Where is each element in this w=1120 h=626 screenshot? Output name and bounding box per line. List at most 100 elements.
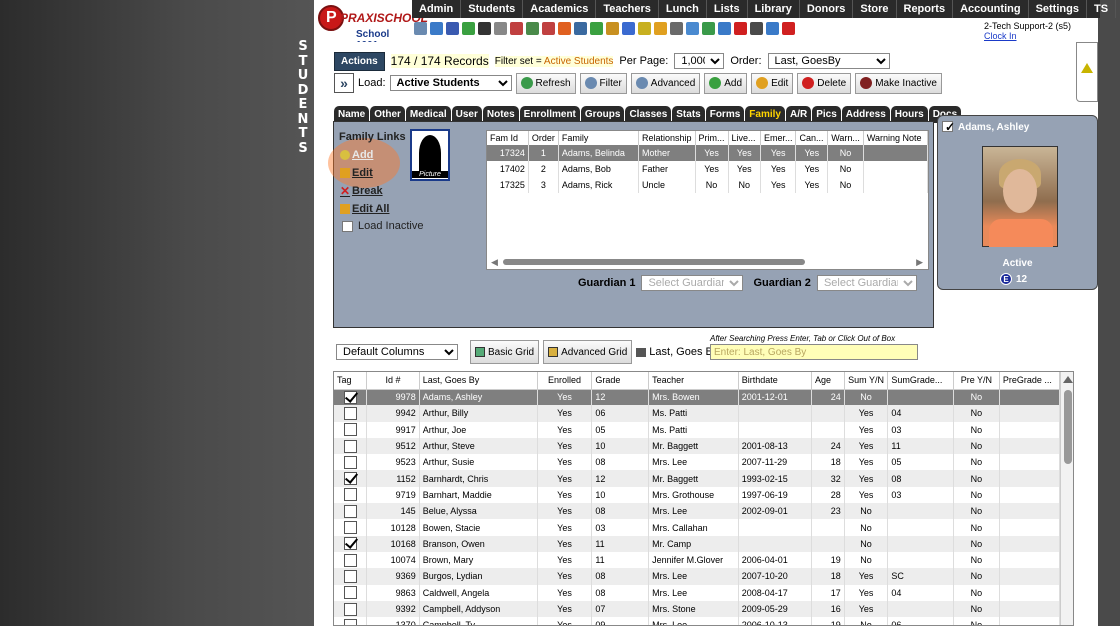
student-row[interactable]: 9512 Arthur, Steve Yes 10 Mr. Baggett 2001-08…: [334, 437, 1061, 455]
basic-grid-button[interactable]: Basic Grid: [470, 340, 540, 364]
tag-checkbox[interactable]: [343, 390, 357, 404]
order-select[interactable]: Last, GoesBy: [767, 53, 890, 69]
student-col-header[interactable]: Id #: [366, 372, 420, 390]
student-col-header[interactable]: SumGrade...: [887, 372, 954, 390]
quick-tool-13-icon[interactable]: [606, 22, 619, 35]
student-row[interactable]: 9978 Adams, Ashley Yes 12 Mrs. Bowen 2001-12-…: [334, 389, 1061, 406]
add-button[interactable]: Add: [704, 72, 748, 94]
menu-settings[interactable]: Settings: [1029, 0, 1087, 18]
tag-cell[interactable]: [334, 600, 368, 618]
tag-cell[interactable]: [334, 535, 368, 552]
menu-store[interactable]: Store: [853, 0, 897, 18]
family-row[interactable]: 17324 1 Adams, Belinda Mother Yes Yes Yes Yes No: [487, 145, 929, 161]
student-grid-vscroll[interactable]: [1060, 372, 1073, 625]
family-col-header[interactable]: Emer...: [760, 131, 797, 145]
menu-logout[interactable]: Logout: [1116, 0, 1120, 18]
menu-teachers[interactable]: Teachers: [596, 0, 659, 18]
tag-checkbox[interactable]: [343, 423, 357, 437]
family-break-link[interactable]: ✕ Break: [340, 185, 383, 197]
quick-tool-4-icon[interactable]: [462, 22, 475, 35]
make-inactive-button[interactable]: Make Inactive: [855, 72, 942, 94]
tag-cell[interactable]: [334, 421, 368, 438]
student-row[interactable]: 9863 Caldwell, Angela Yes 08 Mrs. Lee 2008-04…: [334, 584, 1061, 601]
tag-cell[interactable]: [334, 519, 368, 536]
filter-button[interactable]: Filter: [579, 72, 627, 94]
scroll-thumb[interactable]: [503, 259, 805, 265]
quick-tool-20-icon[interactable]: [718, 22, 731, 35]
advanced-grid-button[interactable]: Advanced Grid: [543, 340, 633, 364]
menu-library[interactable]: Library: [748, 0, 800, 18]
guardian-2-select[interactable]: Select Guardian 2: [816, 275, 917, 291]
student-row[interactable]: 10168 Branson, Owen Yes 11 Mr. Camp No No: [334, 535, 1061, 552]
student-col-header[interactable]: Teacher: [648, 372, 739, 390]
clock-in-link[interactable]: Clock In: [984, 31, 1071, 41]
family-col-header[interactable]: Prim...: [695, 131, 729, 145]
family-edit-all-link[interactable]: Edit All: [340, 203, 389, 215]
edit-button[interactable]: Edit: [751, 72, 794, 94]
student-row[interactable]: 145 Belue, Alyssa Yes 08 Mrs. Lee 2002-09-01 2…: [334, 503, 1061, 520]
family-col-header[interactable]: Fam Id: [487, 131, 529, 145]
tag-checkbox[interactable]: [343, 602, 357, 616]
student-col-header[interactable]: Age: [811, 372, 845, 390]
family-col-header[interactable]: Family: [558, 131, 640, 145]
load-select[interactable]: Active Students: [389, 75, 512, 91]
quick-tool-2-icon[interactable]: [430, 22, 443, 35]
menu-reports[interactable]: Reports: [897, 0, 954, 18]
student-col-header[interactable]: Tag: [334, 372, 368, 390]
tag-cell[interactable]: [334, 405, 368, 422]
family-col-header[interactable]: Live...: [728, 131, 761, 145]
quick-tool-9-icon[interactable]: [542, 22, 555, 35]
menu-accounting[interactable]: Accounting: [953, 0, 1029, 18]
tag-checkbox[interactable]: [343, 537, 357, 551]
tag-cell[interactable]: [334, 503, 368, 520]
quick-tool-8-icon[interactable]: [526, 22, 539, 35]
student-col-header[interactable]: Enrolled: [537, 372, 593, 390]
student-row[interactable]: 9523 Arthur, Susie Yes 08 Mrs. Lee 2007-11-29…: [334, 454, 1061, 471]
scroll-up-icon[interactable]: [1063, 376, 1073, 383]
quick-tool-11-icon[interactable]: [574, 22, 587, 35]
student-row[interactable]: 1152 Barnhardt, Chris Yes 12 Mr. Baggett 1993…: [334, 470, 1061, 487]
tag-checkbox[interactable]: [343, 488, 357, 502]
menu-academics[interactable]: Academics: [523, 0, 597, 18]
student-col-header[interactable]: Last, Goes By: [419, 372, 538, 390]
quick-tool-19-icon[interactable]: [702, 22, 715, 35]
student-col-header[interactable]: Birthdate: [738, 372, 812, 390]
search-input[interactable]: [710, 344, 918, 360]
per-page-select[interactable]: 1,000: [674, 53, 725, 69]
tag-cell[interactable]: [334, 551, 368, 569]
family-col-header[interactable]: Relationship: [638, 131, 696, 145]
scroll-top-tab[interactable]: [1076, 42, 1098, 102]
family-row[interactable]: 17325 3 Adams, Rick Uncle No No Yes Yes No: [487, 177, 929, 193]
student-row[interactable]: 1370 Campbell, Ty Yes 09 Mrs. Lee 2006-10-13 1…: [334, 617, 1061, 625]
quick-tool-6-icon[interactable]: [494, 22, 507, 35]
family-col-header[interactable]: Can...: [795, 131, 829, 145]
menu-ts[interactable]: TS: [1087, 0, 1117, 18]
quick-tool-24-icon[interactable]: [782, 22, 795, 35]
menu-students[interactable]: Students: [461, 0, 524, 18]
student-row[interactable]: 9917 Arthur, Joe Yes 05 Ms. Patti Yes 03 No: [334, 421, 1061, 438]
family-col-header[interactable]: Warning Note: [863, 131, 929, 145]
tag-cell[interactable]: [334, 568, 368, 585]
load-inactive-option[interactable]: Load Inactive: [342, 220, 423, 232]
quick-tool-21-icon[interactable]: [734, 22, 747, 35]
tag-cell[interactable]: [334, 617, 368, 625]
tag-checkbox[interactable]: [343, 569, 357, 583]
tag-cell[interactable]: [334, 389, 368, 406]
quick-tool-16-icon[interactable]: [654, 22, 667, 35]
student-row[interactable]: 10128 Bowen, Stacie Yes 03 Mrs. Callahan No No: [334, 519, 1061, 536]
quick-tool-1-icon[interactable]: [414, 22, 427, 35]
quick-tool-7-icon[interactable]: [510, 22, 523, 35]
family-picture[interactable]: Picture: [410, 129, 450, 181]
tag-checkbox[interactable]: [343, 504, 357, 518]
quick-tool-14-icon[interactable]: [622, 22, 635, 35]
family-edit-link[interactable]: Edit: [340, 167, 373, 179]
menu-admin[interactable]: Admin: [412, 0, 462, 18]
columns-select[interactable]: Default Columns: [336, 344, 458, 360]
family-add-link[interactable]: Add: [340, 149, 373, 161]
tag-checkbox[interactable]: [343, 472, 357, 486]
actions-button[interactable]: Actions: [334, 51, 385, 71]
refresh-button[interactable]: Refresh: [515, 72, 576, 94]
quick-tool-22-icon[interactable]: [750, 22, 763, 35]
quick-tool-12-icon[interactable]: [590, 22, 603, 35]
tag-checkbox[interactable]: [343, 521, 357, 535]
